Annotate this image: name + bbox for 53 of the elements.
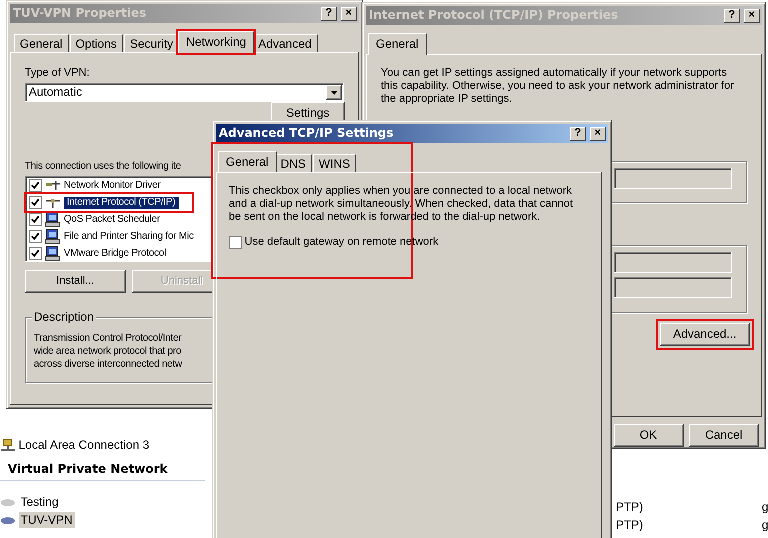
list-item[interactable]: QoS Packet Scheduler — [64, 214, 160, 226]
description-text: across diverse interconnected netw — [34, 358, 182, 371]
tab[interactable]: Networking — [178, 31, 254, 53]
close-button[interactable]: × — [744, 8, 760, 22]
tab[interactable]: General — [218, 151, 277, 173]
intro-text: You can get IP settings assigned automatically if your network supports this capability. Otherwise, you need to ask your network administrator for the appropriate IP settings. — [381, 67, 736, 106]
tab[interactable]: WINS — [313, 154, 356, 173]
section-heading: Virtual Private Network — [8, 462, 169, 477]
table-cell: g — [762, 518, 768, 532]
ip-address-field[interactable] — [614, 277, 732, 298]
checkbox[interactable] — [29, 230, 42, 243]
table-cell: PTP) — [616, 518, 644, 532]
help-button[interactable]: ? — [724, 8, 740, 22]
tab[interactable]: General — [368, 33, 427, 55]
computer-icon — [45, 228, 61, 244]
ip-address-field[interactable] — [614, 252, 732, 273]
connection-item[interactable]: TUV-VPN — [18, 512, 75, 528]
connection-item[interactable]: Testing — [18, 494, 61, 510]
action-button[interactable]: Install... — [25, 270, 126, 293]
ip-address-field[interactable] — [614, 168, 732, 189]
network-icon — [0, 438, 16, 452]
computer-icon — [45, 212, 61, 228]
field-label: Type of VPN: — [25, 67, 91, 80]
connection-item[interactable]: Local Area Connection 3 — [18, 438, 150, 452]
group-legend: Description — [32, 310, 96, 324]
window-title: Advanced TCP/IP Settings — [219, 126, 394, 141]
tab[interactable]: General — [14, 34, 69, 53]
table-cell: PTP) — [616, 500, 644, 514]
list-item[interactable]: Network Monitor Driver — [64, 180, 161, 192]
checkbox[interactable] — [229, 236, 242, 249]
list-item[interactable]: Internet Protocol (TCP/IP) — [64, 196, 179, 208]
dropdown-arrow-icon — [330, 90, 338, 94]
checkbox[interactable] — [29, 196, 42, 209]
checkbox[interactable] — [29, 247, 42, 260]
vpn-type-dropdown[interactable]: Automatic — [25, 83, 344, 102]
description-text: Transmission Control Protocol/Inter — [34, 332, 182, 345]
advanced-button[interactable]: Advanced... — [660, 323, 750, 346]
tab[interactable]: Options — [70, 34, 124, 53]
list-item[interactable]: VMware Bridge Protocol — [64, 248, 166, 260]
help-button[interactable]: ? — [570, 126, 586, 140]
help-button[interactable]: ? — [321, 6, 337, 20]
dialog-button[interactable]: Cancel — [689, 424, 759, 447]
description-text: wide area network protocol that pro — [34, 345, 182, 358]
list-item[interactable]: File and Printer Sharing for Mic — [64, 230, 194, 242]
checkbox[interactable] — [29, 179, 42, 192]
dialog-button[interactable]: OK — [614, 424, 684, 447]
checkbox[interactable] — [29, 213, 42, 226]
table-cell: g — [762, 500, 768, 514]
close-button[interactable]: × — [590, 126, 606, 140]
close-button[interactable]: × — [341, 6, 357, 20]
computer-icon — [45, 246, 61, 261]
list-label: This connection uses the following ite — [25, 160, 182, 173]
window-title: TUV-VPN Properties — [13, 6, 146, 21]
